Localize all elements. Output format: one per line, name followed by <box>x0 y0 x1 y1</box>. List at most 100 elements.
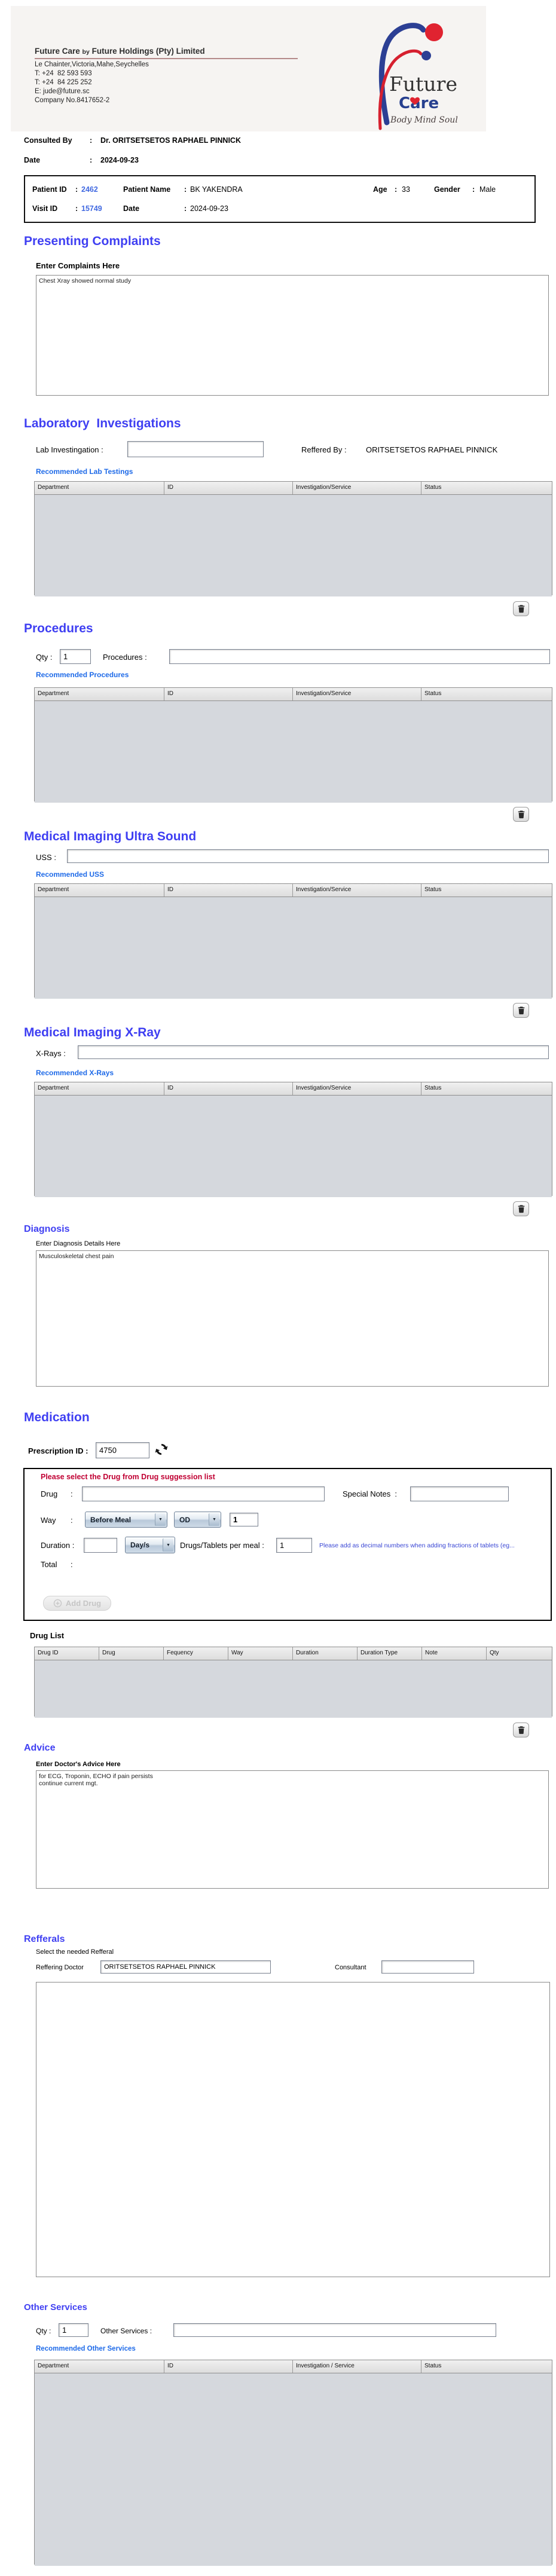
xray-delete-button[interactable] <box>513 1201 529 1216</box>
complaints-textarea[interactable]: Chest Xray showed normal study <box>36 275 549 396</box>
company-number: Company No.8417652-2 <box>35 97 110 104</box>
diagnosis-textarea[interactable]: Musculoskeletal chest pain <box>36 1250 549 1387</box>
advice-textarea[interactable]: for ECG, Troponin, ECHO if pain persists… <box>36 1770 549 1889</box>
uss-input[interactable] <box>67 849 549 863</box>
reffering-doctor-label: Reffering Doctor <box>36 1964 84 1971</box>
patient-info-box: Patient ID : 2462 Patient Name : BK YAKE… <box>24 175 536 223</box>
per-meal-input[interactable] <box>276 1538 312 1553</box>
consult-date-sep: : <box>90 156 93 164</box>
company-title-part1: Future Care <box>35 47 80 56</box>
logo-word-care: Care <box>399 94 439 112</box>
duration-input[interactable] <box>84 1538 117 1553</box>
reffered-by-value: ORITSETSETOS RAPHAEL PINNICK <box>366 445 498 454</box>
medication-heading: Medication <box>24 1411 90 1424</box>
frequency-select[interactable]: OD <box>174 1512 221 1528</box>
recommended-procedures-link: Recommended Procedures <box>36 671 129 679</box>
proc-col-department: Department <box>35 688 164 700</box>
diagnosis-heading: Diagnosis <box>24 1224 70 1234</box>
advice-heading: Advice <box>24 1743 56 1753</box>
xray-input[interactable] <box>78 1045 549 1059</box>
uss-delete-button[interactable] <box>513 1003 529 1018</box>
future-care-logo: Future Care Body Mind Soul <box>378 23 458 130</box>
refferals-list-box <box>36 1982 550 2277</box>
drug-table-body <box>35 1660 552 1718</box>
company-email: E: jude@future.sc <box>35 88 90 95</box>
lab-table: Department ID Investigation/Service Stat… <box>34 481 552 596</box>
way-qty-input[interactable] <box>230 1513 258 1526</box>
drug-sep: : <box>71 1489 73 1498</box>
patient-age-sep: : <box>395 185 398 194</box>
lab-col-status: Status <box>424 484 442 491</box>
other-services-label: Other Services : <box>100 2327 152 2335</box>
presenting-complaints-heading: Presenting Complaints <box>24 234 161 248</box>
lab-col-department: Department <box>35 482 164 494</box>
uss-col-id: ID <box>164 884 293 897</box>
frequency-select-value: OD <box>179 1515 190 1524</box>
xray-table-header: Department ID Investigation/Service Stat… <box>35 1082 552 1096</box>
drug-list-label: Drug List <box>30 1631 65 1640</box>
proc-col-id: ID <box>164 688 293 700</box>
drug-table: Drug ID Drug Fequency Way Duration Durat… <box>34 1647 552 1718</box>
trash-icon <box>518 1205 524 1213</box>
xray-col-department: Department <box>35 1082 164 1095</box>
procedures-qty-input[interactable] <box>60 649 91 664</box>
drug-input[interactable] <box>82 1486 325 1501</box>
consult-date-label: Date <box>24 156 41 164</box>
special-notes-label: Special Notes : <box>343 1489 398 1498</box>
reffering-doctor-input[interactable] <box>100 1960 271 1974</box>
procedures-table: Department ID Investigation/Service Stat… <box>34 687 552 803</box>
patient-age-label: Age <box>373 185 387 194</box>
xray-col-status: Status <box>424 1085 442 1091</box>
consultant-label: Consultant <box>335 1964 366 1971</box>
lab-investigation-label: Lab Investingation : <box>36 445 103 454</box>
special-notes-input[interactable] <box>410 1486 509 1501</box>
proc-col-status: Status <box>424 690 442 697</box>
recommended-uss-link: Recommended USS <box>36 870 105 879</box>
drug-label: Drug <box>41 1489 58 1498</box>
consultant-input[interactable] <box>381 1960 474 1974</box>
xray-label: X-Rays : <box>36 1049 66 1058</box>
title-underline <box>35 58 298 59</box>
company-phone-2: T: +24 84 225 252 <box>35 79 92 86</box>
uss-col-department: Department <box>35 884 164 897</box>
patient-gender-value: Male <box>479 185 496 194</box>
patient-id-value: 2462 <box>81 185 98 194</box>
other-qty-label: Qty : <box>36 2327 51 2335</box>
advice-sub-label: Enter Doctor's Advice Here <box>36 1761 121 1768</box>
chevron-down-icon <box>155 1513 166 1526</box>
way-sep: : <box>71 1516 73 1525</box>
way-select[interactable]: Before Meal <box>85 1512 167 1528</box>
lab-table-body <box>35 495 552 596</box>
patient-name-value: BK YAKENDRA <box>190 185 243 194</box>
add-drug-button[interactable]: Add Drug <box>43 1596 111 1611</box>
procedures-input[interactable] <box>169 649 550 664</box>
refresh-icon <box>155 1443 168 1455</box>
visit-date-label: Date <box>123 204 140 213</box>
lab-investigation-input[interactable] <box>127 441 264 457</box>
refresh-prescription-button[interactable] <box>153 1442 170 1458</box>
recommended-xray-link: Recommended X-Rays <box>36 1069 114 1077</box>
procedures-delete-button[interactable] <box>513 807 529 822</box>
lab-delete-button[interactable] <box>513 601 529 616</box>
drug-col-fequency: Fequency <box>164 1647 228 1660</box>
drug-table-header: Drug ID Drug Fequency Way Duration Durat… <box>35 1647 552 1660</box>
other-qty-input[interactable] <box>59 2323 88 2337</box>
duration-type-select[interactable]: Day/s <box>125 1537 175 1553</box>
recommended-lab-link: Recommended Lab Testings <box>36 467 133 476</box>
procedures-table-body <box>35 701 552 803</box>
other-table-body <box>35 2373 552 2566</box>
trash-icon <box>518 605 524 613</box>
other-table: Department ID Investigation / Service St… <box>34 2360 552 2566</box>
xray-heading: Medical Imaging X-Ray <box>24 1026 161 1039</box>
patient-name-label: Patient Name <box>123 185 171 194</box>
procedures-qty-label: Qty : <box>36 653 53 662</box>
total-sep: : <box>71 1560 73 1569</box>
other-col-id: ID <box>164 2360 293 2373</box>
patient-id-label: Patient ID <box>32 185 67 194</box>
company-phone-1: T: +24 82 593 593 <box>35 70 92 77</box>
procedures-label: Procedures : <box>103 653 147 662</box>
drug-delete-button[interactable] <box>513 1723 529 1737</box>
prescription-id-input[interactable] <box>96 1442 149 1458</box>
add-drug-label: Add Drug <box>65 1599 102 1608</box>
other-services-input[interactable] <box>173 2323 496 2337</box>
